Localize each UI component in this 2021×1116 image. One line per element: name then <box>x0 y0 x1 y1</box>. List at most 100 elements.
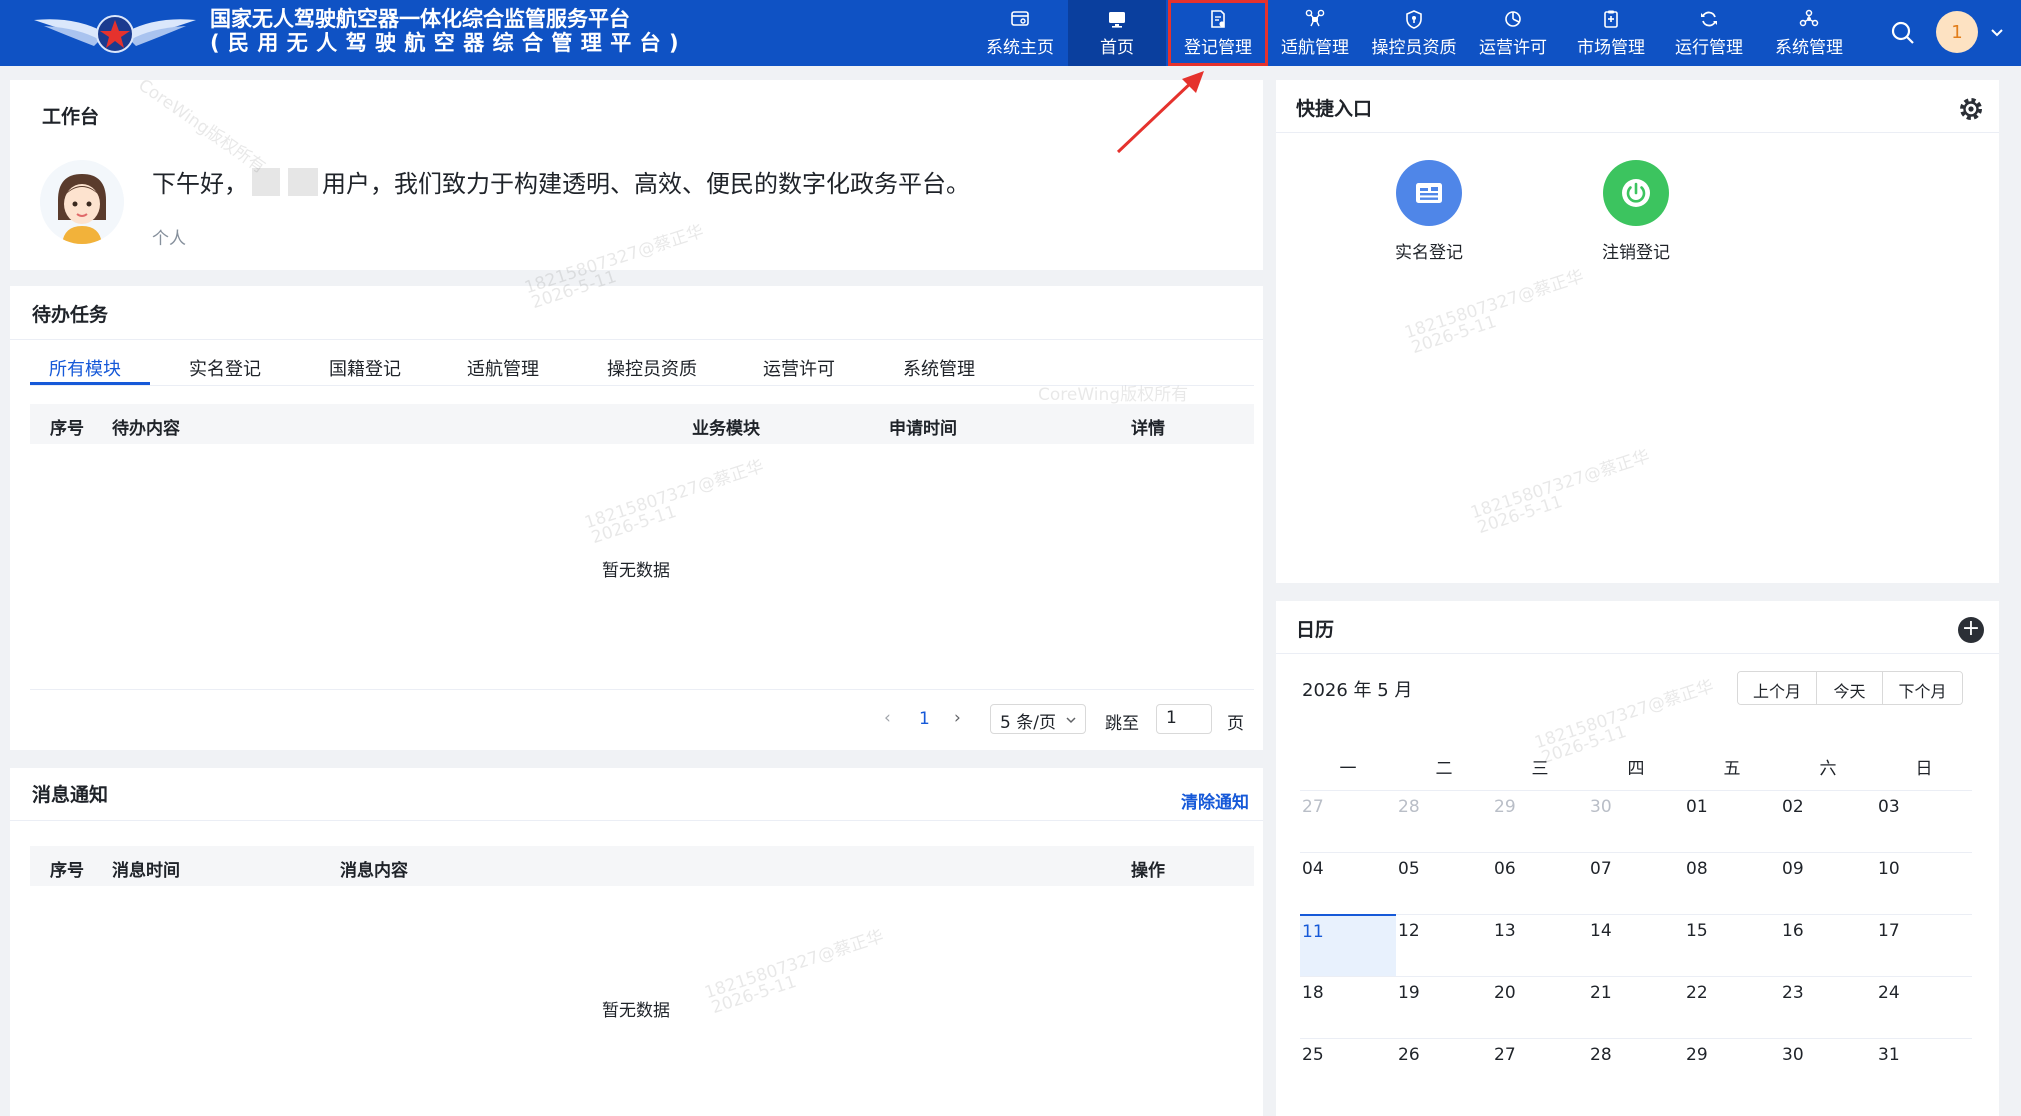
browser-icon <box>1011 11 1029 26</box>
calendar-day[interactable]: 13 <box>1492 914 1588 976</box>
refresh-icon <box>1701 11 1717 27</box>
calendar-day[interactable]: 28 <box>1396 790 1492 852</box>
calendar-day[interactable]: 30 <box>1780 1038 1876 1100</box>
add-event-button[interactable]: + <box>1958 617 1984 643</box>
nav-operation-permit[interactable]: 运营许可 <box>1470 0 1556 66</box>
calendar-day[interactable]: 02 <box>1780 790 1876 852</box>
jump-page-input[interactable]: 1 <box>1156 704 1212 734</box>
gear-icon[interactable] <box>1956 94 1986 124</box>
column-header: 序号 <box>50 419 84 439</box>
nav-airworthiness-management[interactable]: 适航管理 <box>1272 0 1358 66</box>
search-icon[interactable] <box>1888 18 1918 48</box>
todo-title: 待办任务 <box>32 304 109 326</box>
monitor-icon <box>1109 12 1125 28</box>
calendar-day[interactable]: 18 <box>1300 976 1396 1038</box>
calendar-nav-buttons: 上个月 今天 下个月 <box>1737 671 1963 705</box>
todo-table-header: 序号 待办内容 业务模块 申请时间 详情 <box>30 404 1254 444</box>
messages-card: 消息通知 清除通知 序号 消息时间 消息内容 操作 暂无数据 <box>10 768 1263 1116</box>
calendar-day[interactable]: 23 <box>1780 976 1876 1038</box>
calendar-day[interactable]: 22 <box>1684 976 1780 1038</box>
prev-page-button[interactable]: ‹ <box>884 708 891 728</box>
calendar-day[interactable]: 28 <box>1588 1038 1684 1100</box>
next-page-button[interactable]: › <box>954 708 961 728</box>
quick-real-name-registration[interactable]: 实名登记 <box>1379 160 1479 263</box>
calendar-day[interactable]: 07 <box>1588 852 1684 914</box>
messages-table-header: 序号 消息时间 消息内容 操作 <box>30 846 1254 886</box>
calendar-day[interactable]: 27 <box>1492 1038 1588 1100</box>
platform-title-line1: 国家无人驾驶航空器一体化综合监管服务平台 <box>210 7 630 31</box>
quick-entry-title: 快捷入口 <box>1296 98 1373 120</box>
calendar-day[interactable]: 06 <box>1492 852 1588 914</box>
next-month-button[interactable]: 下个月 <box>1883 672 1962 704</box>
calendar-day[interactable]: 25 <box>1300 1038 1396 1100</box>
weekday-header: 二 <box>1435 759 1453 779</box>
tab-system-management[interactable]: 系统管理 <box>903 355 975 381</box>
user-avatar[interactable]: 1 <box>1936 11 1978 53</box>
calendar-day[interactable]: 19 <box>1396 976 1492 1038</box>
prev-month-button[interactable]: 上个月 <box>1738 672 1817 704</box>
calendar-day[interactable]: 08 <box>1684 852 1780 914</box>
nav-label: 登记管理 <box>1184 38 1252 58</box>
nav-operator-qualification[interactable]: 操控员资质 <box>1362 0 1466 66</box>
todo-card: 待办任务 所有模块 实名登记 国籍登记 适航管理 操控员资质 运营许可 系统管理… <box>10 286 1263 750</box>
nav-system-management[interactable]: 系统管理 <box>1766 0 1852 66</box>
weekday-header: 五 <box>1723 759 1741 779</box>
weekday-header: 一 <box>1339 759 1357 779</box>
calendar-day[interactable]: 21 <box>1588 976 1684 1038</box>
chevron-down-icon[interactable] <box>1988 24 2006 42</box>
calendar-day[interactable]: 30 <box>1588 790 1684 852</box>
tab-operation-permit[interactable]: 运营许可 <box>763 355 835 381</box>
nav-label: 首页 <box>1100 38 1134 58</box>
nav-run-management[interactable]: 运行管理 <box>1666 0 1752 66</box>
tab-airworthiness[interactable]: 适航管理 <box>467 355 539 381</box>
nav-label: 适航管理 <box>1281 38 1349 58</box>
nav-market-management[interactable]: 市场管理 <box>1568 0 1654 66</box>
tab-operator-qualification[interactable]: 操控员资质 <box>607 355 697 381</box>
tab-all-modules[interactable]: 所有模块 <box>49 355 121 381</box>
quick-cancellation-registration[interactable]: 注销登记 <box>1586 160 1686 263</box>
calendar-day[interactable]: 14 <box>1588 914 1684 976</box>
calendar-day[interactable]: 20 <box>1492 976 1588 1038</box>
calendar-day[interactable]: 12 <box>1396 914 1492 976</box>
calendar-day[interactable]: 31 <box>1876 1038 1972 1100</box>
calendar-day[interactable]: 15 <box>1684 914 1780 976</box>
clipboard-icon <box>1604 10 1618 28</box>
tab-nationality-registration[interactable]: 国籍登记 <box>329 355 401 381</box>
calendar-day[interactable]: 10 <box>1876 852 1972 914</box>
calendar-day[interactable]: 26 <box>1396 1038 1492 1100</box>
greeting-text: 下午好， 用户，我们致力于构建透明、高效、便民的数字化政务平台。 <box>152 164 970 199</box>
drone-icon <box>1305 9 1325 27</box>
pie-chart-icon <box>1505 11 1521 27</box>
calendar-day-today[interactable]: 11 <box>1300 914 1396 976</box>
page-size-select[interactable]: 5 条/页 <box>990 704 1086 734</box>
jump-to-label: 跳至 <box>1105 714 1139 734</box>
nav-registration-management[interactable]: 登记管理 <box>1168 0 1268 66</box>
calendar-day[interactable]: 17 <box>1876 914 1972 976</box>
calendar-day[interactable]: 24 <box>1876 976 1972 1038</box>
page-unit-label: 页 <box>1227 714 1244 734</box>
calendar-day[interactable]: 04 <box>1300 852 1396 914</box>
calendar-day[interactable]: 27 <box>1300 790 1396 852</box>
weekday-header: 三 <box>1531 759 1549 779</box>
column-header: 申请时间 <box>889 419 957 439</box>
tab-real-name-registration[interactable]: 实名登记 <box>189 355 261 381</box>
current-page[interactable]: 1 <box>919 709 930 729</box>
clear-notifications-link[interactable]: 清除通知 <box>1181 788 1249 813</box>
calendar-day[interactable]: 29 <box>1492 790 1588 852</box>
nav-label: 操控员资质 <box>1371 38 1457 58</box>
calendar-day[interactable]: 01 <box>1684 790 1780 852</box>
calendar-day[interactable]: 03 <box>1876 790 1972 852</box>
today-button[interactable]: 今天 <box>1817 672 1883 704</box>
calendar-day[interactable]: 16 <box>1780 914 1876 976</box>
masked-username <box>252 167 280 196</box>
quick-item-label: 注销登记 <box>1602 243 1670 263</box>
calendar-month-label: 2026 年 5 月 <box>1302 680 1413 701</box>
nav-home[interactable]: 首页 <box>1068 0 1166 66</box>
divider <box>1276 132 1999 133</box>
user-avatar-illustration <box>40 160 124 244</box>
greeting-suffix: 用户，我们致力于构建透明、高效、便民的数字化政务平台。 <box>322 170 970 198</box>
calendar-day[interactable]: 09 <box>1780 852 1876 914</box>
calendar-day[interactable]: 29 <box>1684 1038 1780 1100</box>
calendar-day[interactable]: 05 <box>1396 852 1492 914</box>
nav-system-home[interactable]: 系统主页 <box>972 0 1068 66</box>
